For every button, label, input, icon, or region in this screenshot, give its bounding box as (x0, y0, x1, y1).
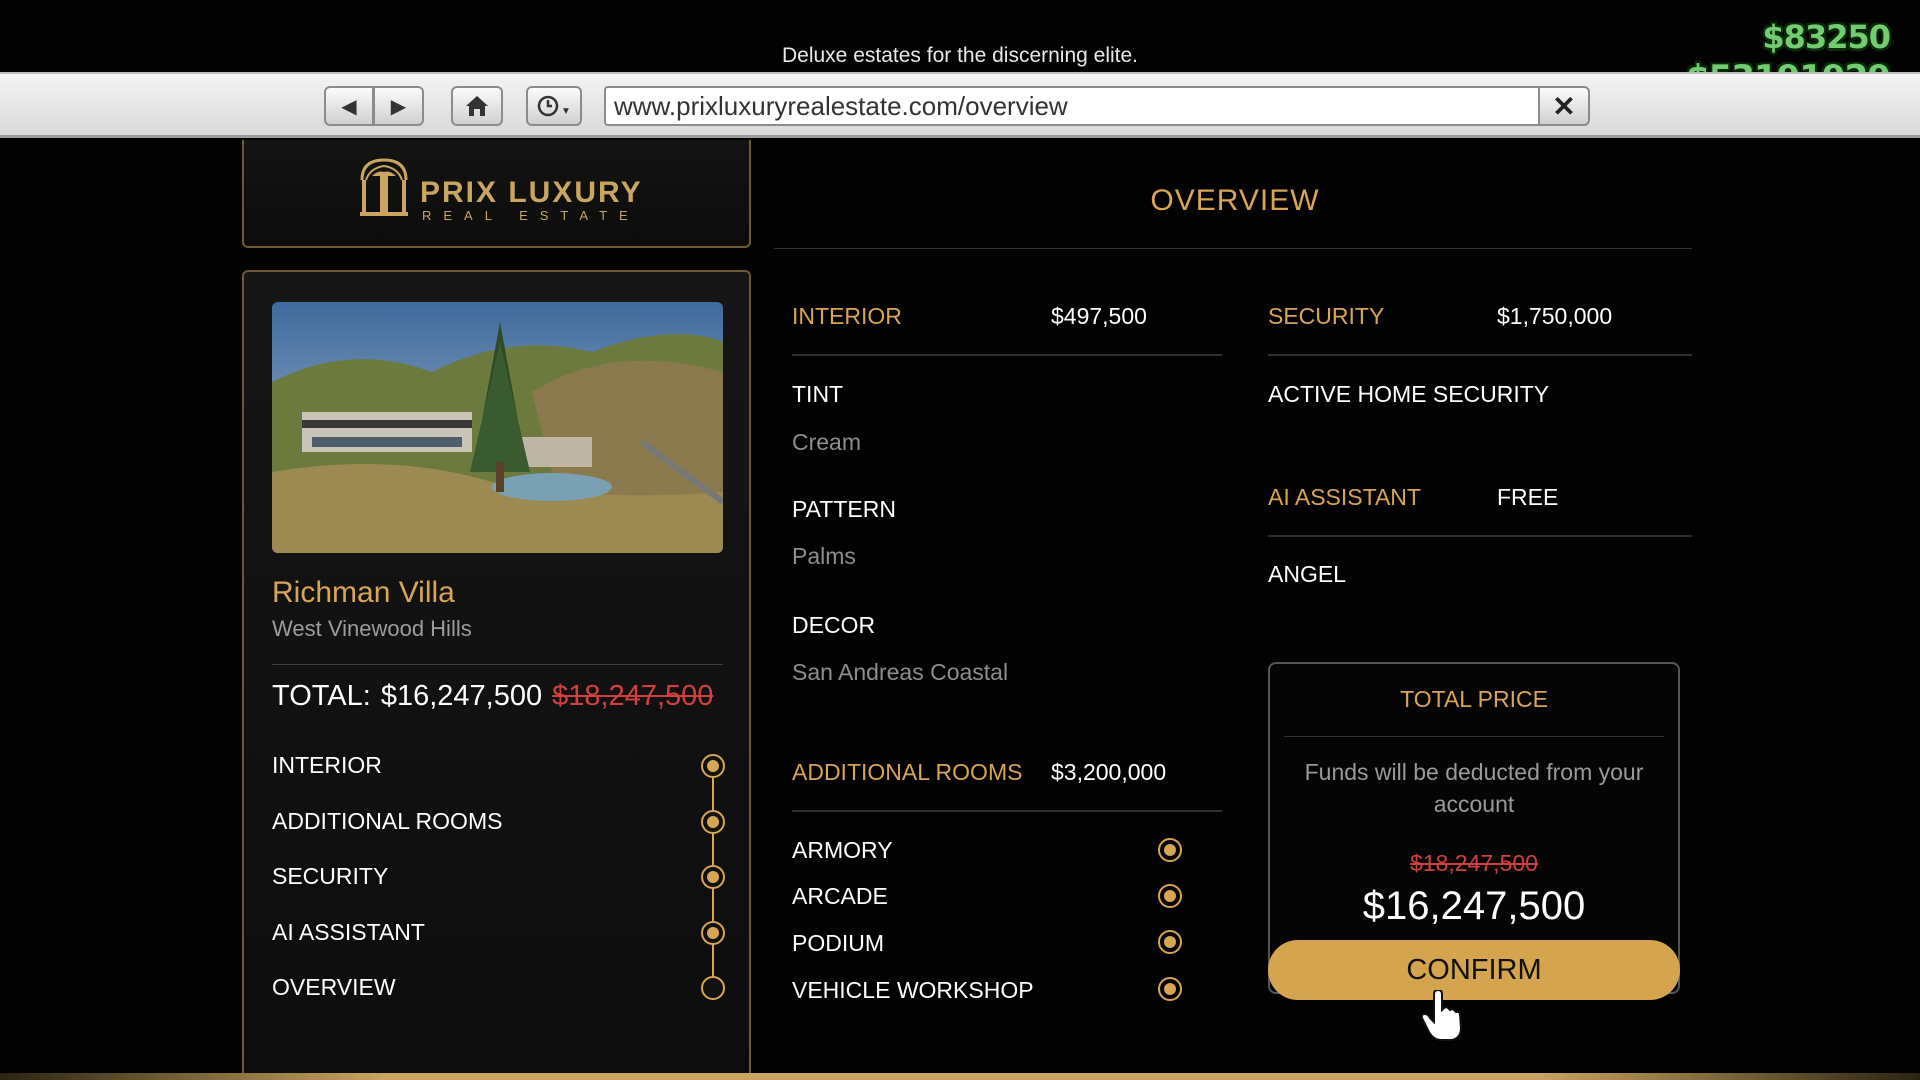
brand-name: PRIX LUXURY (420, 176, 643, 209)
room-item: VEHICLE WORKSHOP (792, 977, 1034, 1003)
room-selected-radio[interactable] (1158, 884, 1182, 908)
tint-label: TINT (792, 381, 844, 407)
ai-assistant-price: FREE (1497, 484, 1559, 510)
total-label: TOTAL: (272, 680, 371, 712)
page-title: OVERVIEW (1150, 184, 1320, 217)
divider (1268, 354, 1692, 356)
divider (792, 354, 1222, 356)
arrow-right-icon: ▶ (390, 95, 407, 118)
additional-rooms-price: $3,200,000 (1051, 759, 1167, 785)
step-security[interactable]: SECURITY (272, 863, 725, 919)
property-card: Richman Villa West Vinewood Hills TOTAL:… (242, 270, 751, 1080)
total-old-price: $18,247,500 (552, 680, 714, 712)
chevron-down-icon: ▼ (561, 105, 571, 117)
interior-heading: INTERIOR (792, 303, 902, 329)
game-browser-screen: Deluxe estates for the discerning elite.… (0, 0, 1920, 1080)
room-selected-radio[interactable] (1158, 930, 1182, 954)
security-item: ACTIVE HOME SECURITY (1268, 381, 1550, 407)
step-interior[interactable]: INTERIOR (272, 752, 725, 808)
progress-steps: INTERIOR ADDITIONAL ROOMS SECURITY AI AS… (272, 752, 725, 1030)
hand-cursor-icon (1420, 990, 1463, 1041)
room-selected-radio[interactable] (1158, 838, 1182, 862)
security-heading: SECURITY (1268, 303, 1385, 329)
step-additional-rooms[interactable]: ADDITIONAL ROOMS (272, 808, 725, 864)
step-ai-assistant[interactable]: AI ASSISTANT (272, 919, 725, 975)
divider (1284, 736, 1664, 737)
divider (792, 810, 1222, 812)
room-selected-radio[interactable] (1158, 977, 1182, 1001)
browser-toolbar: ◀ ▶ ▼ www.prixluxuryrealestate.com/overv… (0, 72, 1920, 138)
pattern-label: PATTERN (792, 496, 896, 522)
property-name: Richman Villa (272, 576, 455, 609)
divider (774, 248, 1692, 249)
room-item: PODIUM (792, 930, 884, 956)
final-price: $16,247,500 (1362, 884, 1586, 928)
tint-value: Cream (792, 429, 862, 455)
step-dot (701, 754, 725, 778)
ai-assistant-item: ANGEL (1268, 561, 1346, 587)
original-price: $18,247,500 (1410, 850, 1538, 876)
decor-value: San Andreas Coastal (792, 659, 1009, 685)
total-price-title: TOTAL PRICE (1400, 686, 1548, 712)
home-button[interactable] (451, 86, 503, 126)
address-bar[interactable]: www.prixluxuryrealestate.com/overview (604, 86, 1540, 126)
cash-balance: $83250 (1762, 18, 1891, 56)
room-item: ARMORY (792, 837, 893, 863)
step-dot (701, 920, 725, 945)
room-item: ARCADE (792, 883, 888, 909)
close-button[interactable]: ✕ (1538, 86, 1590, 126)
palm-tree-icon (360, 158, 408, 216)
bottom-accent-strip (0, 1073, 1920, 1080)
site-tagline: Deluxe estates for the discerning elite. (781, 44, 1139, 67)
pattern-value: Palms (792, 543, 856, 569)
interior-price: $497,500 (1051, 303, 1147, 329)
funds-note: Funds will be deducted from your account (1304, 759, 1644, 817)
step-label: SECURITY (272, 863, 389, 889)
step-label: AI ASSISTANT (272, 918, 425, 945)
divider (1268, 535, 1692, 537)
step-dot (701, 865, 725, 889)
total-summary: TOTAL: $16,247,500 $18,247,500 (272, 680, 713, 713)
step-label: ADDITIONAL ROOMS (272, 807, 503, 834)
step-label: OVERVIEW (272, 974, 396, 1000)
confirm-button[interactable]: CONFIRM (1268, 940, 1680, 1000)
site-logo[interactable]: PRIX LUXURY REAL ESTATE (242, 140, 751, 248)
close-icon: ✕ (1552, 90, 1576, 122)
forward-button[interactable]: ▶ (374, 86, 424, 126)
step-dot (701, 809, 725, 834)
step-label: INTERIOR (272, 752, 382, 778)
security-price: $1,750,000 (1497, 303, 1613, 329)
step-overview[interactable]: OVERVIEW (272, 974, 725, 1030)
property-location: West Vinewood Hills (272, 616, 472, 641)
history-button[interactable]: ▼ (526, 86, 582, 126)
brand-subtitle: REAL ESTATE (422, 208, 640, 223)
clock-icon (537, 95, 559, 117)
divider (272, 664, 723, 665)
decor-label: DECOR (792, 612, 876, 638)
total-new-price: $16,247,500 (380, 680, 543, 712)
home-icon (466, 96, 488, 116)
ai-assistant-heading: AI ASSISTANT (1268, 484, 1421, 510)
additional-rooms-heading: ADDITIONAL ROOMS (792, 759, 1023, 785)
arrow-left-icon: ◀ (341, 95, 357, 118)
step-dot (701, 976, 725, 1000)
property-photo (272, 302, 723, 553)
back-button[interactable]: ◀ (324, 86, 374, 126)
